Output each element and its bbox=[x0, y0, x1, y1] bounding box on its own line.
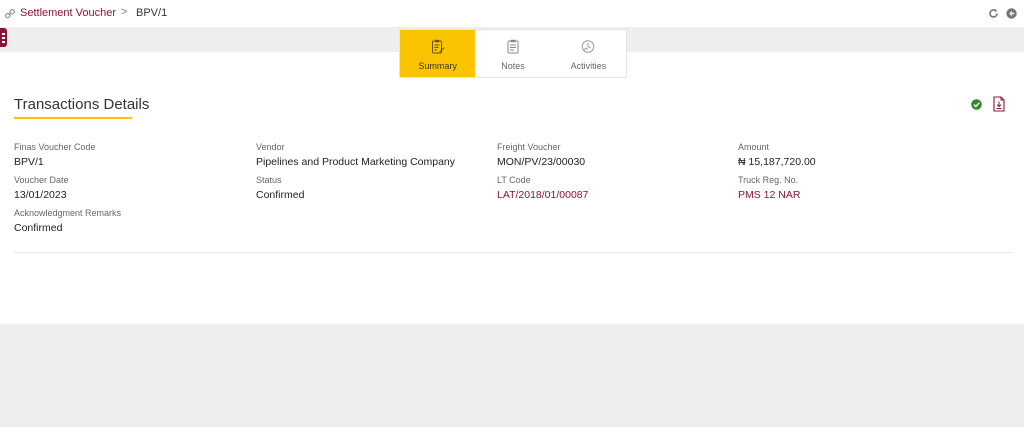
tab-activities-label: Activities bbox=[570, 61, 607, 71]
field-acknowledgment-remarks: Acknowledgment Remarks Confirmed bbox=[14, 208, 121, 235]
top-bar: Settlement Voucher > BPV/1 bbox=[0, 0, 1024, 27]
link-icon bbox=[5, 9, 15, 19]
field-amount: Amount ₦ 15,187,720.00 bbox=[738, 142, 816, 169]
clipboard-edit-icon bbox=[431, 39, 445, 54]
tab-summary-label: Summary bbox=[418, 61, 457, 71]
breadcrumb-current: BPV/1 bbox=[136, 7, 168, 19]
field-label: Freight Voucher bbox=[497, 142, 561, 152]
field-label: Vendor bbox=[256, 142, 285, 152]
field-value: Pipelines and Product Marketing Company bbox=[256, 156, 456, 168]
tab-notes-label: Notes bbox=[501, 61, 525, 71]
field-value: MON/PV/23/00030 bbox=[497, 156, 586, 168]
lt-code-link[interactable]: LAT/2018/01/00087 bbox=[497, 188, 588, 202]
field-label: Truck Reg. No. bbox=[738, 175, 799, 185]
field-label: LT Code bbox=[497, 175, 531, 185]
field-truck-reg-no: Truck Reg. No. PMS 12 NAR bbox=[738, 175, 800, 202]
breadcrumb-separator: > bbox=[121, 6, 128, 18]
truck-reg-no-link[interactable]: PMS 12 NAR bbox=[738, 188, 800, 202]
field-finas-voucher-code: Finas Voucher Code BPV/1 bbox=[14, 142, 96, 169]
field-label: Voucher Date bbox=[14, 175, 69, 185]
field-vendor: Vendor Pipelines and Product Marketing C… bbox=[256, 142, 455, 169]
field-value: BPV/1 bbox=[14, 156, 44, 168]
field-value: Confirmed bbox=[256, 189, 305, 201]
clipboard-notes-icon bbox=[507, 39, 519, 54]
tab-activities[interactable]: Activities bbox=[551, 30, 626, 77]
breadcrumb-settlement-voucher[interactable]: Settlement Voucher bbox=[20, 7, 116, 19]
field-status: Status Confirmed bbox=[256, 175, 304, 202]
field-label: Status bbox=[256, 175, 282, 185]
field-freight-voucher: Freight Voucher MON/PV/23/00030 bbox=[497, 142, 585, 169]
field-label: Finas Voucher Code bbox=[14, 142, 96, 152]
confirmed-check-icon bbox=[971, 99, 982, 110]
refresh-icon[interactable] bbox=[988, 8, 999, 19]
tab-bar: Summary Notes Activities bbox=[399, 29, 627, 78]
tab-notes[interactable]: Notes bbox=[475, 30, 550, 77]
field-label: Amount bbox=[738, 142, 770, 152]
activity-clock-icon bbox=[582, 40, 595, 53]
field-lt-code: LT Code LAT/2018/01/00087 bbox=[497, 175, 588, 202]
section-divider bbox=[14, 252, 1012, 253]
field-value: Confirmed bbox=[14, 222, 63, 234]
field-label: Acknowledgment Remarks bbox=[14, 208, 122, 218]
field-value: 13/01/2023 bbox=[14, 189, 67, 201]
tab-summary[interactable]: Summary bbox=[400, 30, 476, 77]
field-value: ₦ 15,187,720.00 bbox=[738, 156, 816, 168]
pdf-download-icon[interactable] bbox=[993, 96, 1005, 112]
section-title: Transactions Details bbox=[14, 96, 150, 113]
title-underline bbox=[14, 117, 132, 119]
back-icon[interactable] bbox=[1006, 8, 1017, 19]
field-voucher-date: Voucher Date 13/01/2023 bbox=[14, 175, 69, 202]
side-menu-toggle[interactable] bbox=[0, 28, 7, 47]
